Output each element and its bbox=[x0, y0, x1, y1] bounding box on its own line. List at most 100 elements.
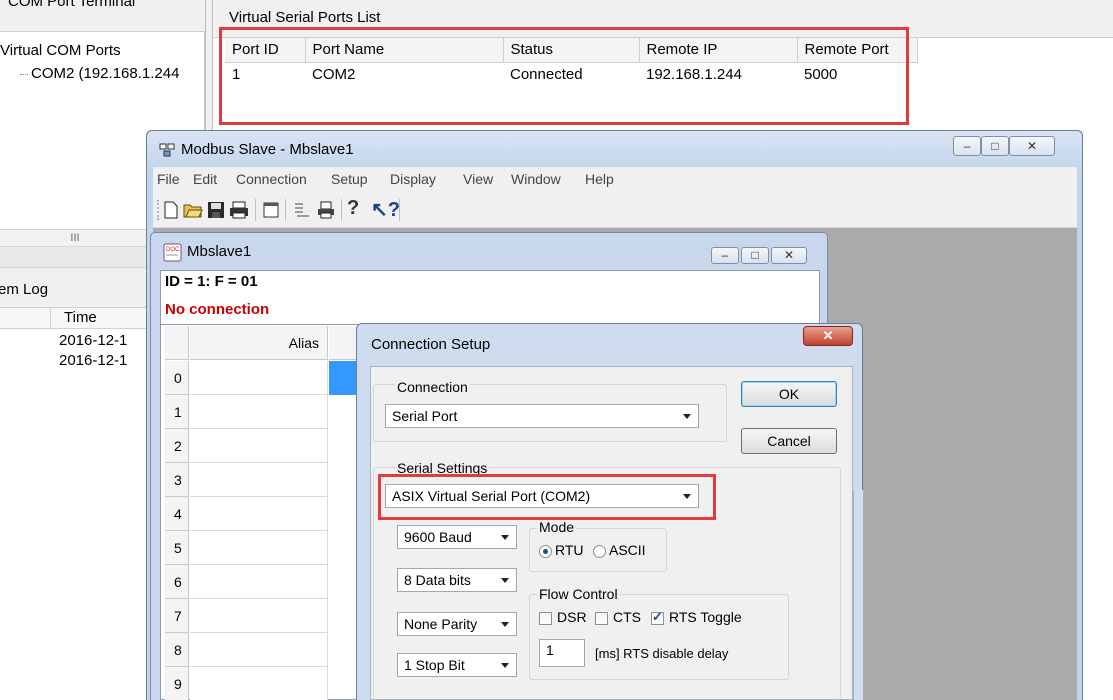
open-icon[interactable] bbox=[183, 201, 203, 219]
list-icon[interactable] bbox=[293, 201, 311, 219]
log-panel-header: em Log bbox=[0, 267, 150, 307]
parity-select-value: None Parity bbox=[404, 616, 478, 632]
modbus-titlebar[interactable]: Modbus Slave - Mbslave1 – □ ✕ bbox=[146, 130, 1083, 167]
alias-cell[interactable] bbox=[190, 599, 328, 633]
rts-toggle-checkbox[interactable]: ✓ bbox=[651, 609, 664, 625]
row-header[interactable]: 3 bbox=[165, 463, 189, 497]
row-header[interactable]: 6 bbox=[165, 565, 189, 599]
connection-select-value: Serial Port bbox=[392, 408, 458, 424]
dialog-client: Connection Serial Port OK Cancel Serial … bbox=[370, 366, 853, 700]
toolbar-separator bbox=[255, 199, 256, 221]
tree-connector bbox=[20, 74, 28, 75]
alias-cell[interactable] bbox=[190, 565, 328, 599]
rts-delay-input[interactable]: 1 bbox=[539, 639, 585, 667]
alias-cell[interactable] bbox=[190, 633, 328, 667]
stopbit-select-value: 1 Stop Bit bbox=[404, 657, 465, 673]
baud-select[interactable]: 9600 Baud bbox=[397, 525, 517, 549]
toolbar-separator bbox=[399, 199, 400, 221]
mode-group-label: Mode bbox=[537, 519, 577, 535]
toolbar-separator bbox=[285, 199, 286, 221]
panel-gap bbox=[0, 247, 150, 267]
ok-button[interactable]: OK bbox=[741, 381, 837, 407]
menu-window[interactable]: Window bbox=[511, 171, 561, 187]
menu-file[interactable]: File bbox=[157, 171, 180, 187]
chevron-down-icon bbox=[501, 622, 509, 627]
tree-item-com2[interactable]: COM2 (192.168.1.244 bbox=[31, 65, 179, 82]
alias-cell[interactable] bbox=[190, 429, 328, 463]
printer-icon[interactable] bbox=[317, 201, 335, 219]
child-title: Mbslave1 bbox=[187, 243, 252, 260]
rtu-radio[interactable] bbox=[539, 545, 552, 558]
row-header[interactable]: 1 bbox=[165, 395, 189, 429]
svg-text:DOC: DOC bbox=[166, 247, 180, 253]
row-header[interactable]: 0 bbox=[165, 361, 189, 395]
connection-select[interactable]: Serial Port bbox=[385, 404, 699, 428]
context-help-icon[interactable]: ↖? bbox=[371, 197, 400, 222]
alias-cell[interactable] bbox=[190, 395, 328, 429]
selected-value-cell[interactable] bbox=[329, 361, 359, 395]
menu-connection[interactable]: Connection bbox=[236, 171, 307, 187]
flow-control-group bbox=[529, 594, 789, 680]
menu-edit[interactable]: Edit bbox=[193, 171, 217, 187]
log-columns: Time bbox=[0, 307, 150, 329]
window-icon[interactable] bbox=[263, 201, 279, 219]
maximize-button[interactable]: □ bbox=[981, 136, 1009, 156]
ascii-radio[interactable] bbox=[593, 545, 606, 558]
menu-help[interactable]: Help bbox=[585, 171, 614, 187]
highlight-box-ports bbox=[219, 27, 909, 125]
close-button[interactable]: ✕ bbox=[1009, 136, 1055, 156]
row-header[interactable]: 9 bbox=[165, 667, 189, 700]
modbus-title: Modbus Slave - Mbslave1 bbox=[181, 141, 354, 158]
row-header[interactable]: 2 bbox=[165, 429, 189, 463]
rts-toggle-label[interactable]: RTS Toggle bbox=[669, 609, 742, 625]
row-header[interactable]: 8 bbox=[165, 633, 189, 667]
app-icon bbox=[159, 143, 175, 157]
chevron-down-icon bbox=[501, 663, 509, 668]
cts-checkbox[interactable] bbox=[595, 612, 608, 625]
log-row[interactable]: 2016-12-1 bbox=[59, 352, 127, 369]
row-header[interactable]: 5 bbox=[165, 531, 189, 565]
new-icon[interactable] bbox=[163, 201, 179, 219]
alias-cell[interactable] bbox=[190, 531, 328, 565]
child-minimize-button[interactable]: – bbox=[711, 247, 739, 264]
col-header-alias[interactable]: Alias bbox=[190, 326, 328, 360]
baud-select-value: 9600 Baud bbox=[404, 529, 472, 545]
help-icon[interactable]: ? bbox=[347, 197, 359, 220]
tree-root-virtual-com-ports[interactable]: Virtual COM Ports bbox=[0, 42, 121, 59]
ascii-label[interactable]: ASCII bbox=[609, 542, 646, 558]
highlight-box-port bbox=[378, 474, 716, 520]
child-close-button[interactable]: ✕ bbox=[771, 247, 807, 264]
menu-view[interactable]: View bbox=[463, 171, 493, 187]
print-icon[interactable] bbox=[229, 201, 249, 219]
alias-cell[interactable] bbox=[190, 497, 328, 531]
chevron-down-icon bbox=[501, 535, 509, 540]
alias-cell[interactable] bbox=[190, 463, 328, 497]
alias-cell[interactable] bbox=[190, 667, 328, 700]
dialog-close-button[interactable]: ✕ bbox=[803, 326, 853, 346]
stopbit-select[interactable]: 1 Stop Bit bbox=[397, 653, 517, 677]
dsr-checkbox[interactable] bbox=[539, 612, 552, 625]
row-header[interactable]: 7 bbox=[165, 599, 189, 633]
log-col-time[interactable]: Time bbox=[64, 309, 97, 326]
horizontal-scrollbar[interactable]: III bbox=[0, 229, 150, 247]
databits-select-value: 8 Data bits bbox=[404, 572, 471, 588]
left-panel-title: COM Port Terminal bbox=[8, 0, 136, 10]
dsr-label[interactable]: DSR bbox=[557, 609, 587, 625]
log-col-divider bbox=[50, 308, 51, 328]
rtu-label[interactable]: RTU bbox=[555, 542, 584, 558]
cancel-button[interactable]: Cancel bbox=[741, 428, 837, 454]
cts-label[interactable]: CTS bbox=[613, 609, 641, 625]
dialog-right-edge bbox=[853, 490, 863, 700]
col-header-value[interactable] bbox=[329, 326, 359, 360]
parity-select[interactable]: None Parity bbox=[397, 612, 517, 636]
splitter[interactable] bbox=[205, 0, 213, 140]
minimize-button[interactable]: – bbox=[953, 136, 981, 156]
menu-setup[interactable]: Setup bbox=[331, 171, 368, 187]
child-maximize-button[interactable]: □ bbox=[741, 247, 769, 264]
databits-select[interactable]: 8 Data bits bbox=[397, 568, 517, 592]
menu-display[interactable]: Display bbox=[390, 171, 436, 187]
alias-cell[interactable] bbox=[190, 361, 328, 395]
row-header[interactable]: 4 bbox=[165, 497, 189, 531]
log-row[interactable]: 2016-12-1 bbox=[59, 332, 127, 349]
save-icon[interactable] bbox=[207, 201, 225, 219]
